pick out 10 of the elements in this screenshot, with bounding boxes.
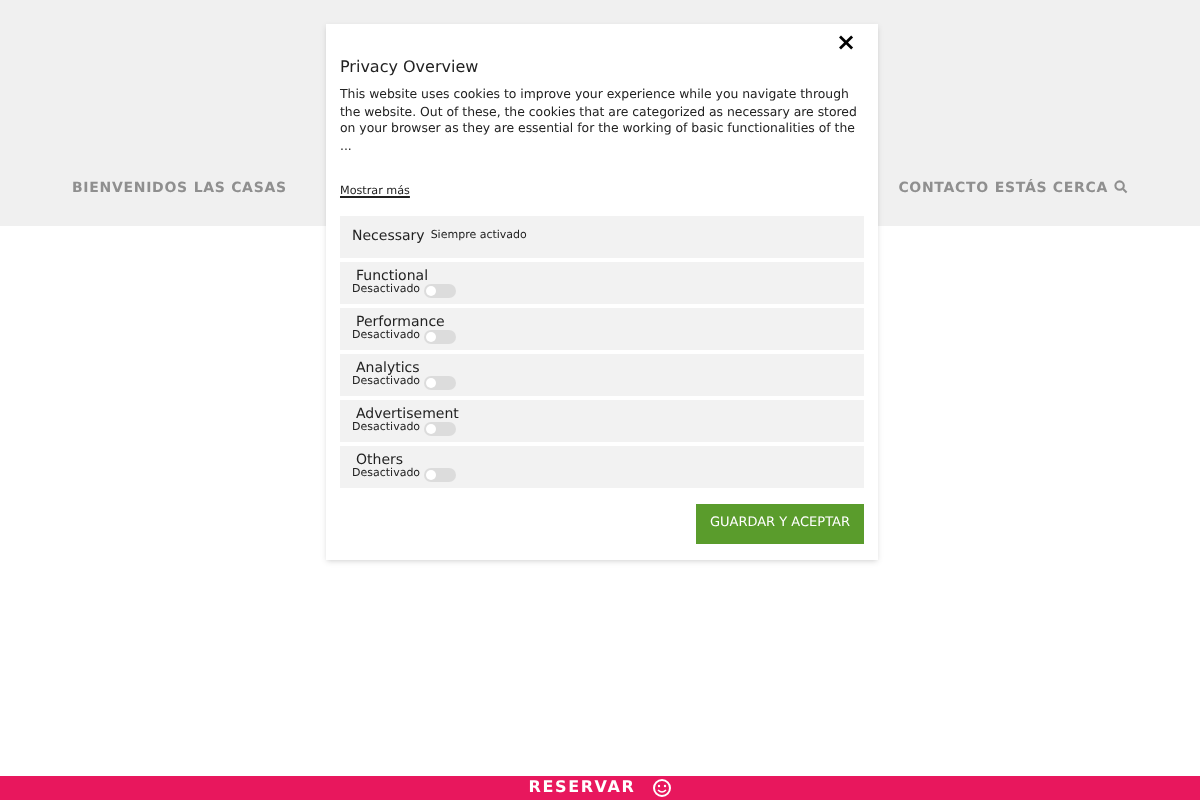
- toggle-switch[interactable]: [424, 422, 457, 436]
- toggle-switch[interactable]: [424, 330, 457, 344]
- toggle-switch[interactable]: [424, 468, 457, 482]
- search-icon[interactable]: [1113, 180, 1128, 195]
- toggle-switch[interactable]: [424, 284, 457, 298]
- modal-title: Privacy Overview: [340, 56, 481, 80]
- close-button[interactable]: ×: [827, 30, 864, 54]
- smiley-icon: [651, 778, 672, 798]
- toggle-switch[interactable]: [424, 376, 457, 390]
- reserve-link[interactable]: RESERVAR: [528, 780, 636, 796]
